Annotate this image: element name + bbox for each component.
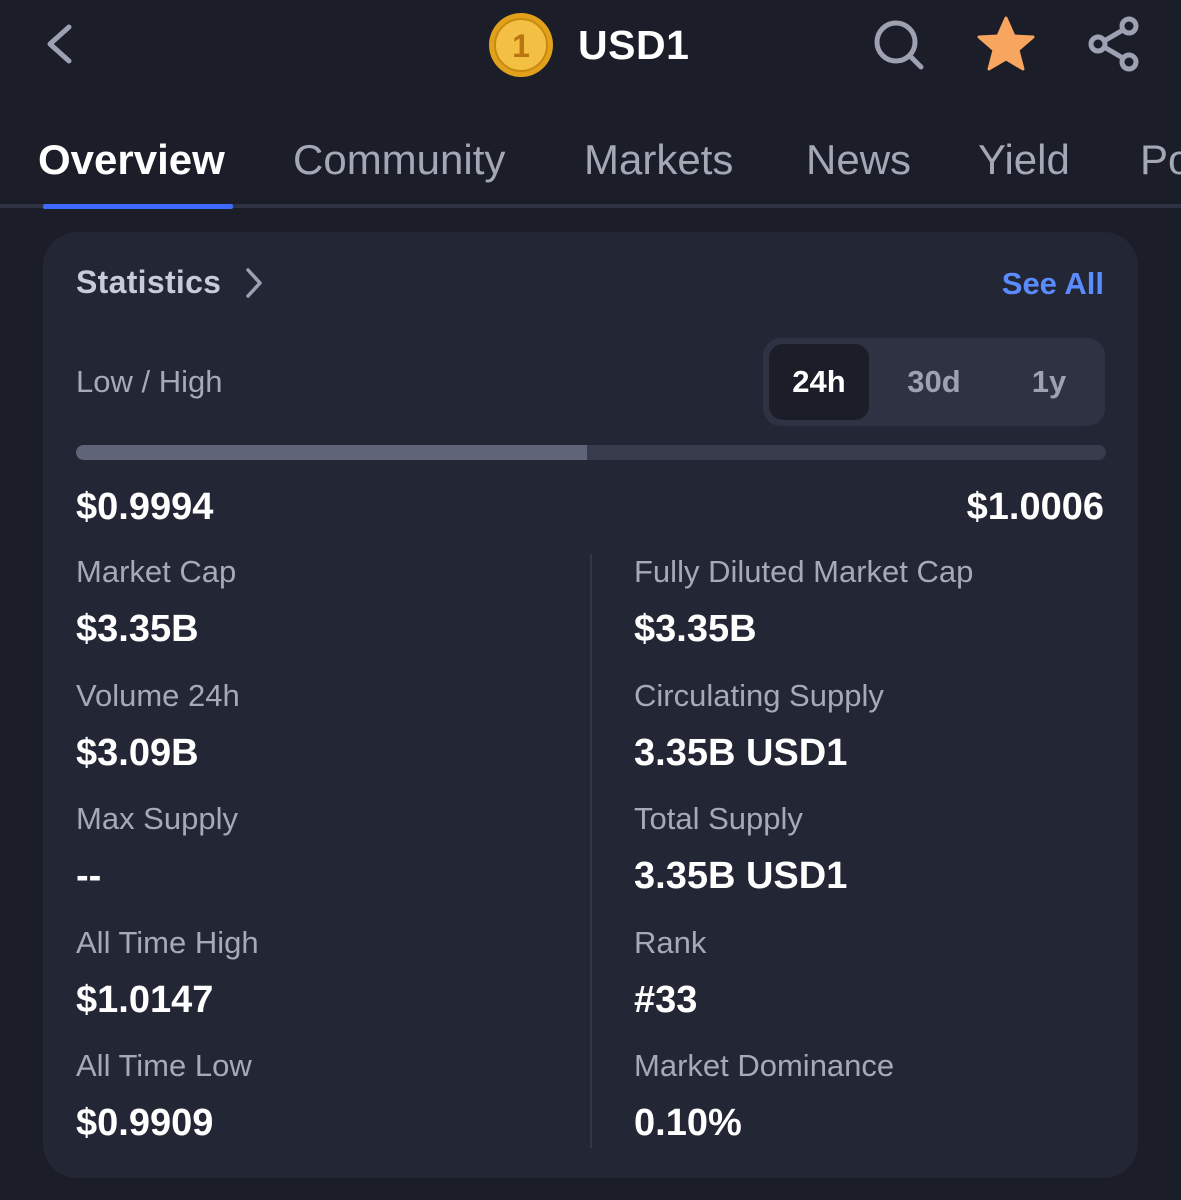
stat-value: 3.35B USD1 <box>634 732 848 774</box>
coin-logo-icon: 1 <box>489 13 553 77</box>
period-selector: 24h 30d 1y <box>763 338 1105 426</box>
low-high-label: Low / High <box>76 364 223 399</box>
stat-label: Market Dominance <box>634 1048 895 1083</box>
stat-all-time-low: All Time Low $0.9909 <box>76 1048 252 1145</box>
tab-bar: Overview Community Markets News Yield Po <box>0 108 1181 209</box>
tab-portfolio-partial[interactable]: Po <box>1140 136 1181 184</box>
stat-label: All Time High <box>76 925 259 960</box>
stat-label: Circulating Supply <box>634 678 884 713</box>
stat-max-supply: Max Supply -- <box>76 801 238 898</box>
stat-value: 0.10% <box>634 1102 742 1144</box>
stat-label: All Time Low <box>76 1048 252 1083</box>
coin-title: 1 USD1 <box>488 12 689 78</box>
tab-community[interactable]: Community <box>293 136 505 184</box>
column-divider <box>590 554 592 1148</box>
tab-overview[interactable]: Overview <box>38 136 225 184</box>
stat-fully-diluted-market-cap: Fully Diluted Market Cap $3.35B <box>634 554 973 651</box>
stat-market-cap: Market Cap $3.35B <box>76 554 236 651</box>
tab-news[interactable]: News <box>806 136 911 184</box>
stat-value: -- <box>76 855 102 897</box>
chevron-right-icon <box>246 267 263 298</box>
stat-total-supply: Total Supply 3.35B USD1 <box>634 801 847 898</box>
stat-label: Market Cap <box>76 554 237 589</box>
share-icon <box>1088 16 1139 72</box>
stat-value: $3.35B <box>634 608 757 650</box>
chevron-left-icon <box>47 24 72 64</box>
stat-circulating-supply: Circulating Supply 3.35B USD1 <box>634 678 884 775</box>
see-all-link[interactable]: See All <box>1002 266 1104 302</box>
statistics-header-link[interactable]: Statistics <box>76 264 265 301</box>
back-button[interactable] <box>36 18 86 70</box>
top-bar: 1 USD1 <box>0 0 1181 96</box>
statistics-title: Statistics <box>76 264 222 300</box>
period-30d-button[interactable]: 30d <box>873 344 995 420</box>
coin-detail-page: 1 USD1 Overview Community Markets News Y… <box>0 0 1181 1200</box>
star-icon <box>977 16 1035 71</box>
stat-label: Fully Diluted Market Cap <box>634 554 974 589</box>
stat-value: $1.0147 <box>76 979 214 1021</box>
tab-markets[interactable]: Markets <box>584 136 733 184</box>
search-button[interactable] <box>868 14 928 74</box>
stat-value: $3.09B <box>76 732 199 774</box>
coin-logo-glyph: 1 <box>512 28 530 64</box>
stat-value: $0.9909 <box>76 1102 214 1144</box>
range-bar-fill <box>76 445 587 460</box>
active-tab-indicator <box>43 204 233 209</box>
search-icon <box>874 20 924 70</box>
coin-symbol: USD1 <box>578 21 690 68</box>
low-high-range-bar <box>76 445 1106 460</box>
stat-label: Total Supply <box>634 801 803 836</box>
stat-volume-24h: Volume 24h $3.09B <box>76 678 240 775</box>
period-24h-button[interactable]: 24h <box>769 344 869 420</box>
statistics-card: Statistics See All Low / High 24h 30d 1y… <box>43 232 1138 1178</box>
stat-label: Max Supply <box>76 801 238 836</box>
range-low-value: $0.9994 <box>76 486 214 528</box>
stat-label: Rank <box>634 925 707 960</box>
stat-value: #33 <box>634 979 698 1021</box>
favorite-button[interactable] <box>974 14 1035 74</box>
tab-yield[interactable]: Yield <box>978 136 1070 184</box>
period-1y-button[interactable]: 1y <box>999 344 1099 420</box>
stat-label: Volume 24h <box>76 678 240 713</box>
share-button[interactable] <box>1084 14 1144 74</box>
stat-all-time-high: All Time High $1.0147 <box>76 925 259 1022</box>
stat-value: 3.35B USD1 <box>634 855 848 897</box>
range-high-value: $1.0006 <box>966 486 1104 528</box>
stat-value: $3.35B <box>76 608 199 650</box>
stat-market-dominance: Market Dominance 0.10% <box>634 1048 894 1145</box>
stat-rank: Rank #33 <box>634 925 706 1022</box>
